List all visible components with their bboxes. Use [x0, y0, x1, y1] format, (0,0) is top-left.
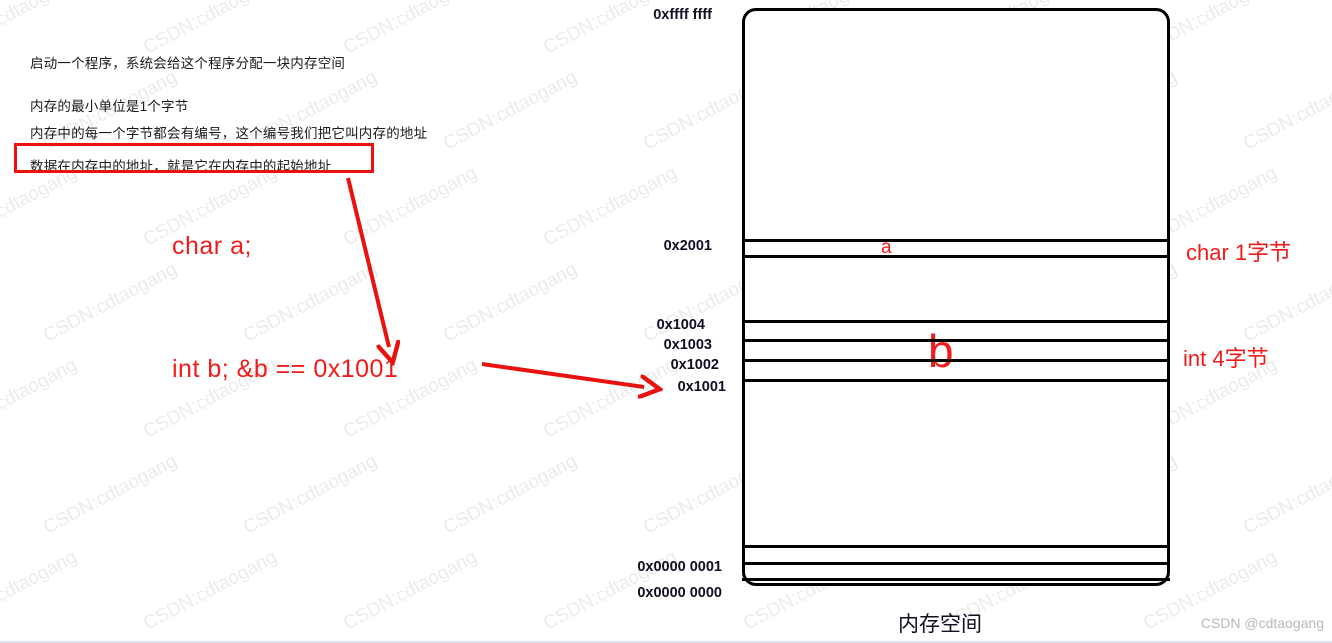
address-label-1001: 0x1001	[677, 379, 726, 395]
address-label-1003: 0x1003	[663, 337, 712, 353]
memory-row-divider	[742, 545, 1170, 548]
diagram-caption: 内存空间	[898, 613, 982, 636]
highlight-rectangle	[14, 143, 374, 173]
note-line-3: 内存中的每一个字节都会有编号，这个编号我们把它叫内存的地址	[30, 126, 428, 141]
memory-row-divider	[742, 255, 1170, 258]
address-label-00000000: 0x0000 0000	[637, 585, 722, 601]
memory-space-box	[742, 8, 1170, 586]
code-char-declaration: char a;	[172, 232, 252, 260]
size-label-int: int 4字节	[1183, 346, 1269, 371]
variable-cell-b: b	[928, 325, 954, 377]
diagram-canvas: CSDN:cdtaogang CSDN:cdtaogang CSDN:cdtaoga…	[0, 0, 1332, 643]
memory-row-divider	[742, 320, 1170, 323]
csdn-credit: CSDN @cdtaogang	[1200, 615, 1324, 631]
diagram-content: 启动一个程序，系统会给这个程序分配一块内存空间 内存的最小单位是1个字节 内存中…	[0, 0, 1332, 643]
memory-row-divider	[742, 379, 1170, 382]
address-label-1002: 0x1002	[670, 357, 719, 373]
address-label-ffffffff: 0xffff ffff	[653, 7, 712, 23]
address-label-00000001: 0x0000 0001	[637, 559, 722, 575]
code-int-declaration: int b; &b == 0x1001	[172, 355, 399, 383]
size-label-char: char 1字节	[1186, 240, 1292, 265]
note-line-2: 内存的最小单位是1个字节	[30, 99, 189, 114]
memory-row-divider	[742, 339, 1170, 342]
note-line-1: 启动一个程序，系统会给这个程序分配一块内存空间	[30, 56, 346, 71]
memory-row-divider	[742, 239, 1170, 242]
memory-row-divider	[742, 359, 1170, 362]
address-label-1004: 0x1004	[656, 317, 705, 333]
address-label-2001: 0x2001	[663, 238, 712, 254]
memory-row-divider	[742, 562, 1170, 565]
memory-row-divider	[742, 578, 1170, 581]
